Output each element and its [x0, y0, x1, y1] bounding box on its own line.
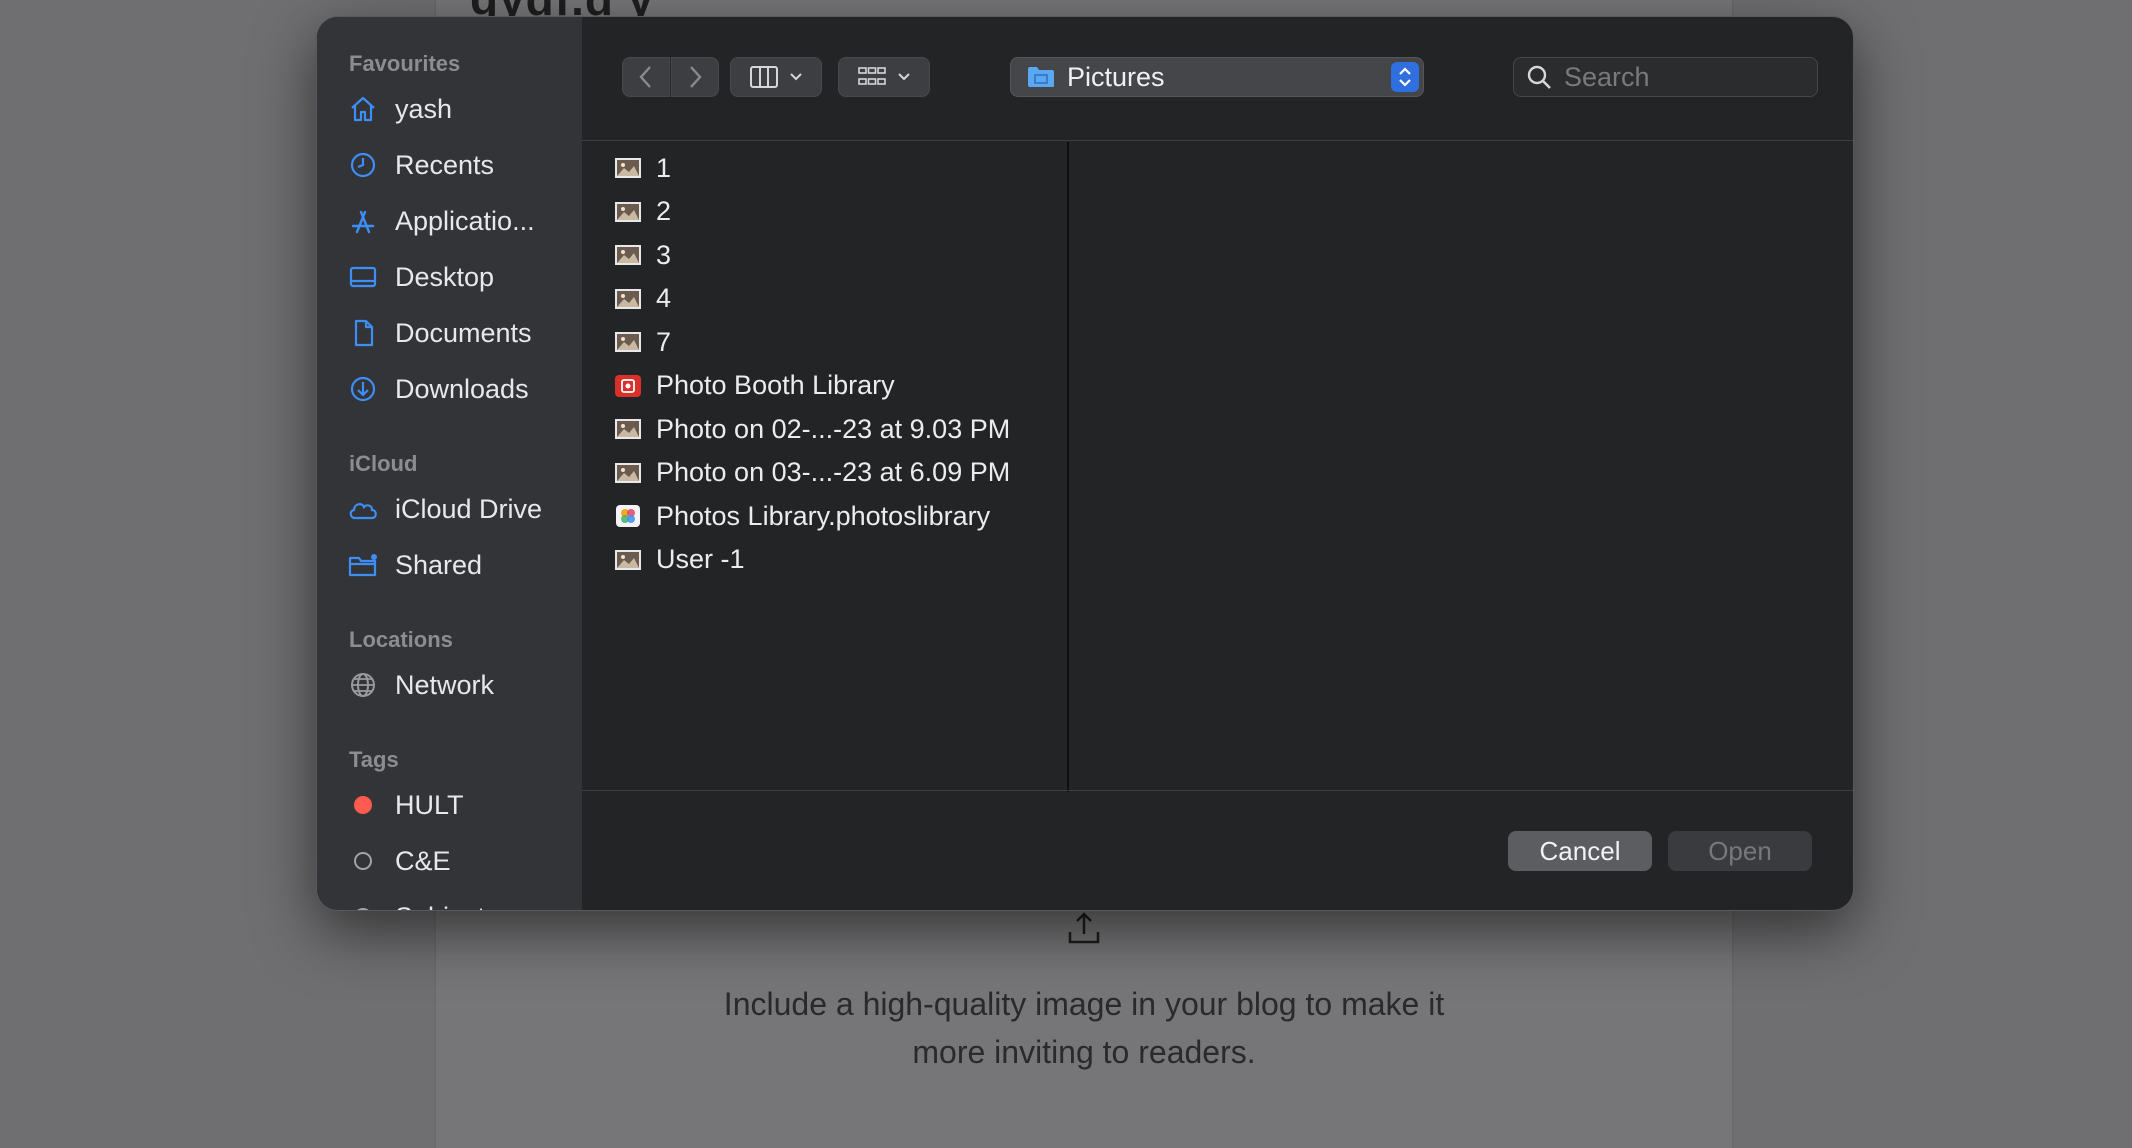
file-name: Photo on 03-...-23 at 6.09 PM [656, 457, 1011, 487]
image-thumbnail-icon [615, 201, 641, 222]
file-row[interactable]: 2 [614, 192, 671, 232]
file-name: Photos Library.photoslibrary [656, 500, 991, 531]
sidebar: Favourites yash Recents Applicatio... De… [317, 17, 582, 910]
file-row[interactable]: 1 [614, 148, 671, 188]
download-icon [347, 373, 379, 405]
search-icon [1527, 65, 1551, 89]
globe-icon [347, 669, 379, 701]
image-thumbnail-icon [615, 245, 641, 265]
sidebar-item-label: Recents [395, 149, 495, 180]
sidebar-item-downloads[interactable]: Downloads [347, 367, 572, 411]
sidebar-section-tags: Tags [349, 747, 399, 772]
sidebar-section-favourites: Favourites [349, 51, 461, 76]
shared-folder-icon [347, 549, 379, 581]
file-row[interactable]: 4 [614, 279, 671, 319]
sidebar-item-yash[interactable]: yash [347, 87, 572, 131]
photo-booth-icon [615, 374, 641, 397]
sidebar-item-shared[interactable]: Shared [347, 543, 572, 587]
sidebar-item-label: HULT [395, 789, 464, 820]
columns-view-icon [750, 66, 778, 88]
updown-chevron-icon [1391, 62, 1419, 92]
file-name: 7 [656, 326, 672, 357]
open-file-dialog: Favourites yash Recents Applicatio... De… [316, 16, 1854, 911]
dialog-toolbar: Pictures [582, 17, 1853, 141]
clock-icon [347, 149, 379, 181]
pictures-folder-icon [1028, 67, 1054, 87]
sidebar-item-tag-hult[interactable]: HULT [347, 783, 572, 827]
file-name: 4 [656, 283, 672, 313]
chevron-right-icon [690, 66, 702, 88]
sidebar-item-label: Documents [395, 317, 532, 348]
sidebar-item-label: Subjects [395, 902, 499, 911]
chevron-left-icon [639, 66, 651, 88]
forward-button[interactable] [671, 57, 719, 97]
group-by-button[interactable] [838, 57, 930, 97]
location-label: Pictures [1067, 61, 1165, 92]
file-row[interactable]: User -1 [614, 540, 745, 580]
file-row[interactable]: Photo on 02-...-23 at 9.03 PM [614, 409, 1010, 449]
file-name: 3 [656, 239, 672, 270]
location-popup[interactable]: Pictures [1010, 57, 1424, 97]
file-row[interactable]: 3 [614, 235, 671, 275]
sidebar-item-applications[interactable]: Applicatio... [347, 199, 572, 243]
file-name: 1 [656, 152, 672, 183]
sidebar-section-icloud: iCloud [349, 451, 418, 476]
upload-icon[interactable] [1066, 910, 1102, 946]
browser-pane: Pictures 1 2 3 4 7 Photo Booth Library Photo o… [582, 17, 1853, 910]
file-name: Photo Booth Library [656, 370, 895, 400]
sidebar-item-documents[interactable]: Documents [347, 311, 572, 355]
open-button[interactable]: Open [1668, 831, 1812, 871]
file-row[interactable]: Photo Booth Library [614, 366, 895, 406]
sidebar-item-label: Network [395, 669, 495, 700]
search-input[interactable] [1564, 61, 1804, 93]
cancel-button[interactable]: Cancel [1508, 831, 1652, 871]
tag-empty-icon [347, 901, 379, 910]
file-row[interactable]: Photo on 03-...-23 at 6.09 PM [614, 453, 1010, 493]
image-thumbnail-icon [615, 158, 641, 178]
file-row[interactable]: Photos Library.photoslibrary [614, 496, 990, 536]
file-name: Photo on 02-...-23 at 9.03 PM [656, 413, 1011, 444]
sidebar-item-network[interactable]: Network [347, 663, 572, 707]
home-icon [347, 93, 379, 125]
image-thumbnail-icon [615, 332, 641, 352]
sidebar-item-label: Downloads [395, 373, 529, 404]
image-thumbnail-icon [615, 288, 641, 309]
sidebar-item-label: iCloud Drive [395, 493, 543, 524]
image-thumbnail-icon [615, 549, 641, 570]
view-mode-button[interactable] [730, 57, 822, 97]
sidebar-item-label: C&E [395, 845, 451, 876]
applications-icon [347, 205, 379, 237]
chevron-down-icon [898, 73, 910, 81]
image-thumbnail-icon [615, 462, 641, 483]
sidebar-item-label: Shared [395, 549, 483, 580]
file-column: 1 2 3 4 7 Photo Booth Library Photo on 02-...-… [582, 142, 1069, 792]
sidebar-item-recents[interactable]: Recents [347, 143, 572, 187]
document-icon [347, 317, 379, 349]
file-name: User -1 [656, 544, 745, 574]
sidebar-item-desktop[interactable]: Desktop [347, 255, 572, 299]
sidebar-item-icloud-drive[interactable]: iCloud Drive [347, 487, 572, 531]
sidebar-item-tag-subjects[interactable]: Subjects [347, 895, 572, 911]
image-thumbnail-icon [615, 419, 641, 439]
sidebar-item-label: yash [395, 93, 453, 124]
file-row[interactable]: 7 [614, 322, 671, 362]
sidebar-item-tag-ce[interactable]: C&E [347, 839, 572, 883]
back-button[interactable] [622, 57, 670, 97]
dialog-footer: Cancel Open [582, 790, 1853, 910]
sidebar-item-label: Desktop [395, 261, 495, 292]
photos-library-icon [616, 505, 640, 527]
search-field[interactable] [1513, 57, 1818, 97]
file-name: 2 [656, 196, 672, 226]
cloud-icon [347, 493, 379, 525]
chevron-down-icon [790, 73, 802, 81]
tag-empty-icon [347, 845, 379, 877]
grid-icon [858, 67, 886, 85]
sidebar-section-locations: Locations [349, 627, 453, 652]
preview-column [1071, 142, 1853, 792]
tag-red-icon [347, 789, 379, 821]
desktop-icon [347, 261, 379, 293]
sidebar-item-label: Applicatio... [395, 205, 535, 236]
upload-hint: Include a high-quality image in your blo… [723, 986, 1445, 1070]
